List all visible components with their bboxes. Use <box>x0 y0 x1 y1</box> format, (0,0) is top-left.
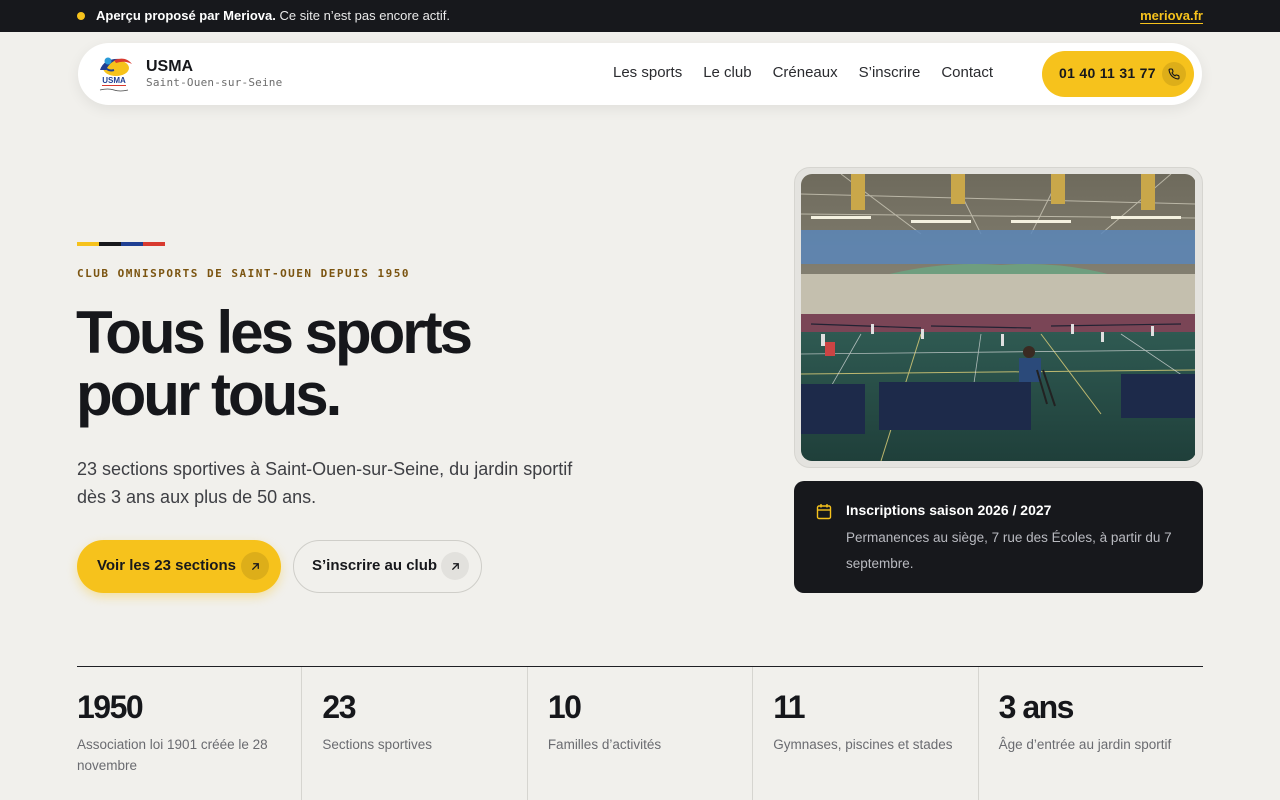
nav-link-sinscrire[interactable]: S’inscrire <box>859 64 921 81</box>
info-card-text: Permanences au siège, 7 rue des Écoles, … <box>846 530 1172 571</box>
key-figures: 1950 Association loi 1901 créée le 28 no… <box>77 666 1203 800</box>
hero-subtitle: 23 sections sportives à Saint-Ouen-sur-S… <box>77 459 573 507</box>
gymnasium-photo-frame <box>794 167 1203 468</box>
stat-label: Âge d’entrée au jardin sportif <box>998 737 1172 752</box>
stat-item: 1950 Association loi 1901 créée le 28 no… <box>77 667 303 800</box>
arrow-up-right-icon <box>241 552 269 580</box>
hero-title-line-1: Tous les sports <box>76 299 473 366</box>
nav-link-les-sports[interactable]: Les sports <box>613 64 682 81</box>
stat-item: 11 Gymnases, piscines et stades <box>753 667 979 800</box>
stat-value: 11 <box>773 689 805 725</box>
register-club-button[interactable]: S’inscrire au club <box>293 540 482 593</box>
stat-value: 23 <box>322 689 356 725</box>
view-sections-button[interactable]: Voir les 23 sections <box>77 540 281 593</box>
hero-title-line-2: pour tous. <box>76 361 342 428</box>
banner-message: Aperçu proposé par Meriova. Ce site n’es… <box>96 8 450 23</box>
stat-label: Sections sportives <box>322 737 432 752</box>
banner-strong: Aperçu proposé par Meriova. <box>96 8 276 23</box>
main-navigation: USMA USMA Saint-Ouen-sur-Seine Les sport… <box>78 43 1202 105</box>
preview-banner: Aperçu proposé par Meriova. Ce site n’es… <box>0 0 1280 32</box>
calendar-icon <box>816 503 832 525</box>
meriova-link[interactable]: meriova.fr <box>1140 8 1203 23</box>
stat-value: 1950 <box>77 689 144 725</box>
stat-item: 23 Sections sportives <box>302 667 528 800</box>
register-club-label: S’inscrire au club <box>312 557 438 574</box>
hero-eyebrow: CLUB OMNISPORTS DE SAINT-OUEN DEPUIS 195… <box>77 267 411 280</box>
stripe-black <box>99 242 121 246</box>
stat-item: 10 Familles d’activités <box>528 667 754 800</box>
tricolor-stripes <box>77 242 165 246</box>
stat-item: 3 ans Âge d’entrée au jardin sportif <box>979 667 1203 800</box>
stripe-red <box>143 242 165 246</box>
phone-button[interactable]: 01 40 11 31 77 <box>1042 51 1194 97</box>
stat-label: Familles d’activités <box>547 737 662 752</box>
registration-info-card: Inscriptions saison 2026 / 2027 Permanen… <box>794 481 1203 593</box>
brand-subtitle: Saint-Ouen-sur-Seine <box>146 76 283 89</box>
stat-label: Gymnases, piscines et stades <box>773 737 953 752</box>
nav-links: Les sports Le club Créneaux S’inscrire C… <box>613 64 1014 81</box>
stat-value: 10 <box>547 689 582 725</box>
banner-text: Ce site n’est pas encore actif. <box>275 8 451 23</box>
stat-value: 3 ans <box>998 689 1075 725</box>
nav-link-contact[interactable]: Contact <box>941 64 993 81</box>
gymnasium-photo <box>801 174 1196 461</box>
view-sections-label: Voir les 23 sections <box>97 557 236 574</box>
info-card-title: Inscriptions saison 2026 / 2027 <box>846 502 1052 518</box>
status-dot-icon <box>77 12 85 20</box>
nav-link-creneaux[interactable]: Créneaux <box>773 64 838 81</box>
phone-icon <box>1162 62 1186 86</box>
stat-label: Association loi 1901 créée le 28 novembr… <box>77 737 268 773</box>
hero-title: Tous les sports pour tous. <box>76 302 576 426</box>
nav-link-le-club[interactable]: Le club <box>703 64 751 81</box>
arrow-up-right-icon <box>441 552 469 580</box>
usma-logo-icon[interactable]: USMA <box>90 50 138 98</box>
stripe-blue <box>121 242 143 246</box>
svg-text:USMA: USMA <box>102 76 126 85</box>
stripe-yellow <box>77 242 99 246</box>
brand-name[interactable]: USMA <box>146 58 193 76</box>
phone-number: 01 40 11 31 77 <box>1059 65 1156 81</box>
